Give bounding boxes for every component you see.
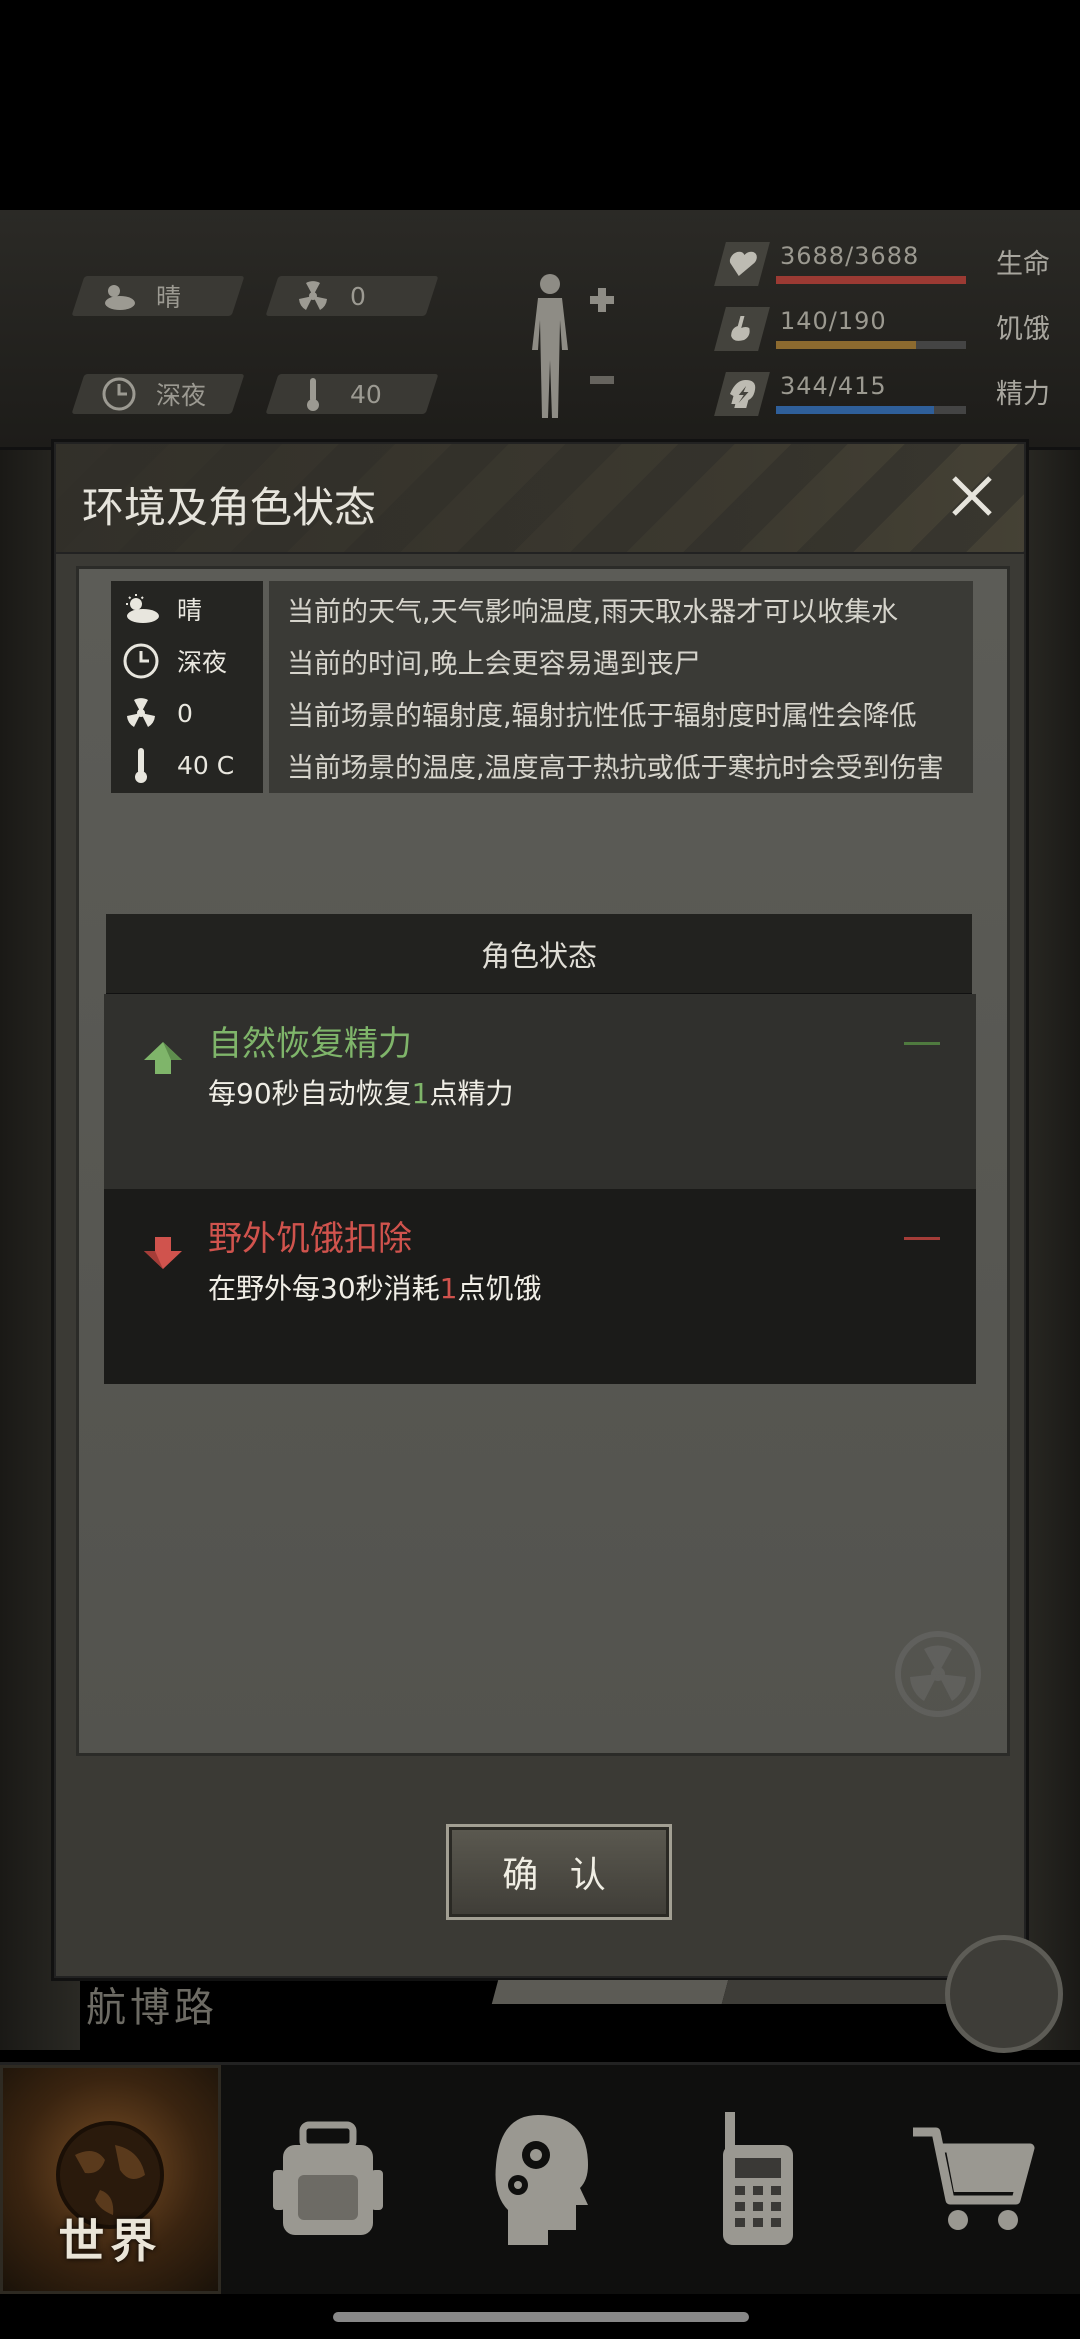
nav-world-label: 世界	[58, 2214, 163, 2268]
effect-buff[interactable]: 自然恢复精力 每90秒自动恢复1点精力	[104, 994, 976, 1189]
nav-radio[interactable]	[650, 2065, 865, 2294]
effect-buff-desc: 每90秒自动恢复1点精力	[208, 1077, 514, 1110]
health-bar	[776, 276, 966, 284]
weather-chip[interactable]: 晴	[71, 276, 245, 316]
effect-buff-title: 自然恢复精力	[208, 1024, 412, 1064]
effect-debuff-dash	[904, 1237, 940, 1240]
energy-head-icon	[714, 372, 770, 416]
head-gears-icon	[495, 2114, 588, 2245]
health-label: 生命	[996, 249, 1050, 280]
character-body-icon[interactable]	[520, 270, 630, 420]
weather-value: 晴	[156, 283, 182, 312]
weather-icon	[100, 277, 138, 315]
effect-debuff-desc: 在野外每30秒消耗1点饥饿	[208, 1272, 542, 1305]
temperature-chip[interactable]: 40	[265, 374, 439, 414]
cart-icon	[912, 2127, 1035, 2230]
effect-buff-amount: 1	[411, 1077, 430, 1110]
health-value: 3688/3688	[780, 242, 920, 270]
location-name: 航博路	[86, 1985, 218, 2031]
hunger-bar	[776, 341, 966, 349]
bottom-nav: 世界	[0, 2062, 1080, 2294]
hunger-stat: 140/190 饥饿	[714, 303, 1050, 355]
radio-icon	[722, 2111, 793, 2245]
heart-icon	[714, 242, 770, 286]
energy-stat: 344/415 精力	[714, 368, 1050, 420]
progress-strip	[491, 1980, 729, 2004]
backpack-icon	[273, 2121, 384, 2235]
dialog-header: 环境及角色状态	[56, 444, 1024, 554]
radiation-icon	[294, 277, 332, 315]
arrow-up-icon	[144, 1042, 182, 1074]
temperature-value: 40	[350, 379, 382, 409]
radiation-emblem-icon	[868, 1604, 1008, 1744]
clock-icon	[100, 375, 138, 413]
time-value: 深夜	[156, 381, 207, 410]
confirm-button[interactable]: 确 认	[446, 1824, 672, 1920]
effect-debuff-amount: 1	[439, 1272, 458, 1305]
role-status-header: 角色状态	[106, 914, 972, 994]
energy-label: 精力	[996, 379, 1050, 410]
background-right	[1020, 450, 1080, 2050]
stomach-icon	[714, 307, 770, 351]
effect-debuff[interactable]: 野外饥饿扣除 在野外每30秒消耗1点饥饿	[104, 1189, 976, 1384]
role-status-section: 角色状态 自然恢复精力 每90秒自动恢复1点精力 野外饥饿扣除 在野外每30秒消…	[74, 564, 1008, 1384]
nav-world[interactable]: 世界	[0, 2065, 221, 2294]
energy-bar	[776, 406, 966, 414]
effect-debuff-title: 野外饥饿扣除	[208, 1219, 412, 1259]
progress-strip-bg	[721, 1980, 969, 2004]
radiation-value: 0	[350, 281, 366, 311]
close-icon	[952, 476, 992, 516]
hunger-value: 140/190	[780, 307, 887, 335]
effect-buff-dash	[904, 1042, 940, 1045]
time-chip[interactable]: 深夜	[71, 374, 245, 414]
nav-backpack[interactable]	[221, 2065, 436, 2294]
exit-button[interactable]	[945, 1935, 1063, 2053]
thermometer-icon	[294, 375, 332, 413]
dialog-title: 环境及角色状态	[82, 483, 377, 532]
arrow-down-icon	[144, 1237, 182, 1269]
radiation-chip[interactable]: 0	[265, 276, 439, 316]
health-stat: 3688/3688 生命	[714, 238, 1050, 290]
nav-skills[interactable]	[436, 2065, 651, 2294]
close-button[interactable]	[942, 466, 1002, 526]
hunger-label: 饥饿	[996, 314, 1050, 345]
nav-shop[interactable]	[865, 2065, 1080, 2294]
energy-value: 344/415	[780, 372, 887, 400]
home-indicator	[333, 2312, 749, 2322]
